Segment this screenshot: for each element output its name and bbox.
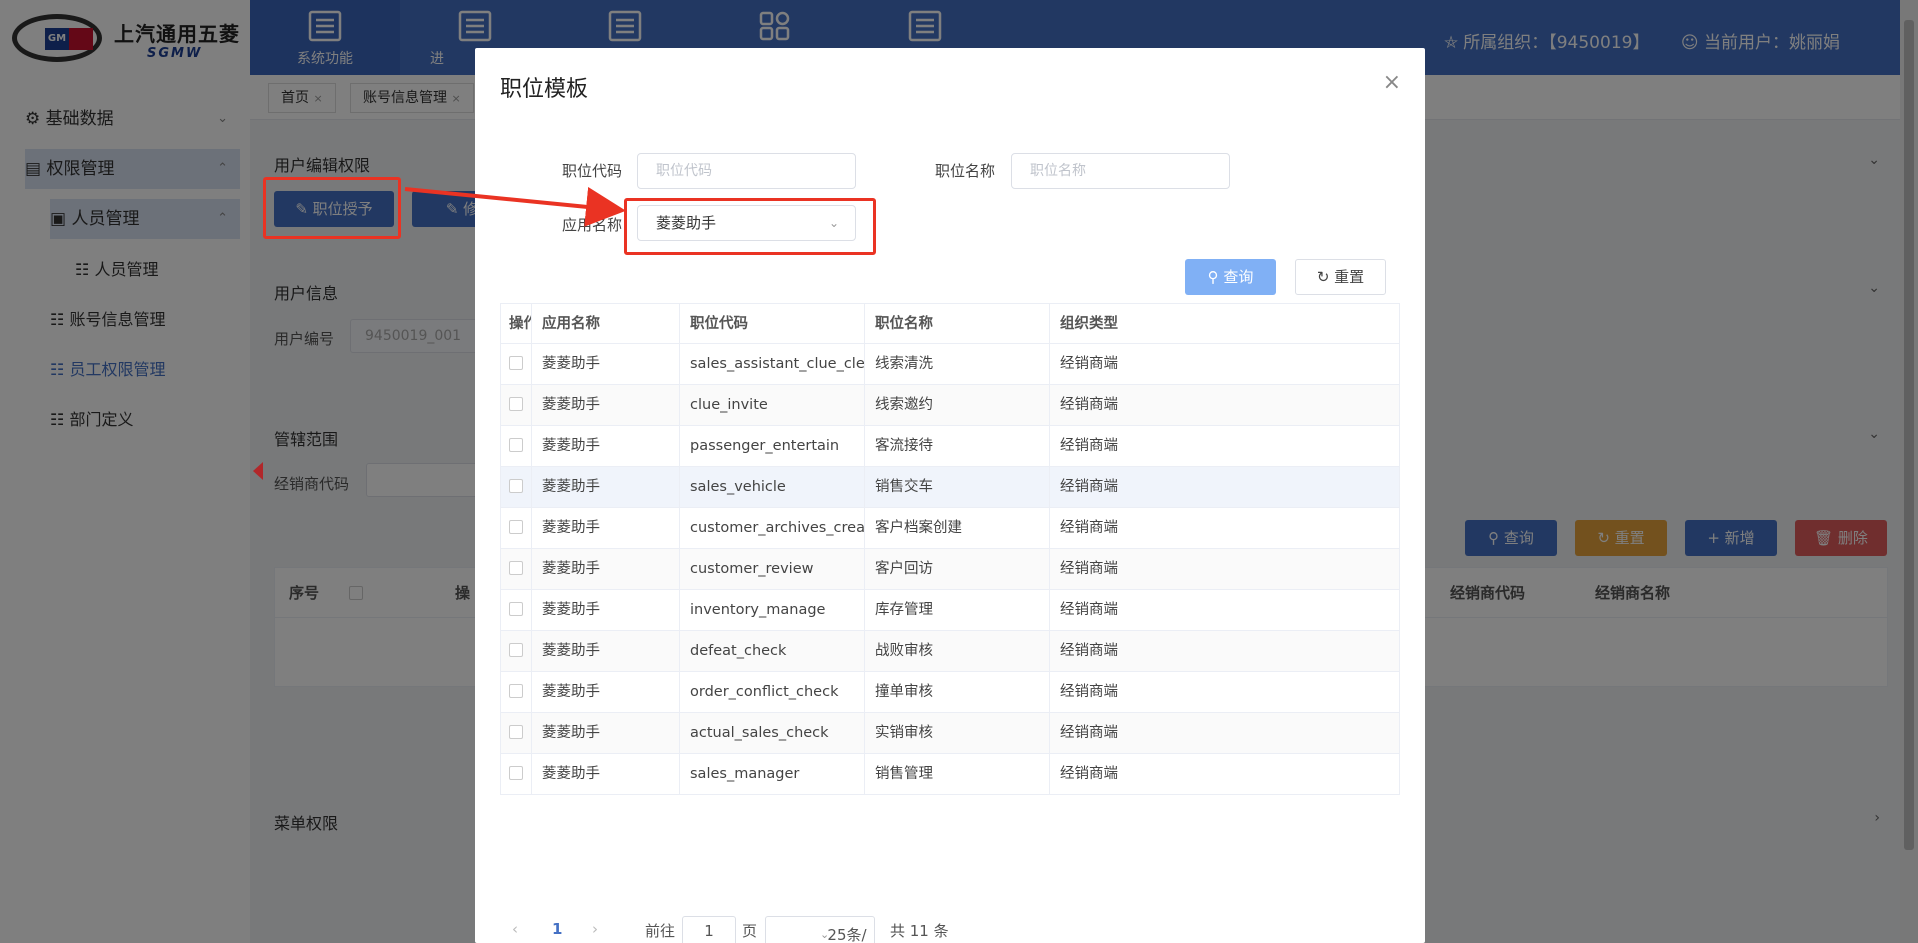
annotation-arrow bbox=[404, 186, 626, 227]
